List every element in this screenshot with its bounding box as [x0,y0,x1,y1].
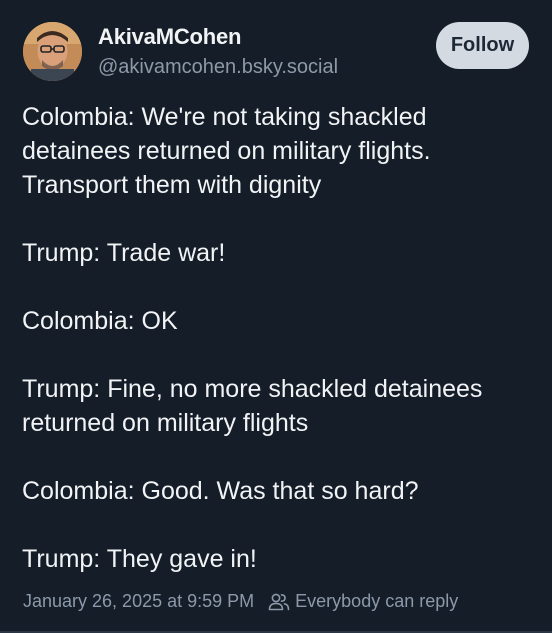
post-text: Colombia: We're not taking shackled deta… [22,100,537,576]
post-paragraph: Trump: They gave in! [22,545,257,573]
author-display-name[interactable]: AkivaMCohen [98,24,241,50]
post-timestamp[interactable]: January 26, 2025 at 9:59 PM [23,591,254,612]
post-card: AkivaMCohen @akivamcohen.bsky.social Fol… [0,0,552,633]
post-paragraph: Trump: Fine, no more shackled detainees … [22,375,483,437]
post-paragraph: Colombia: We're not taking shackled deta… [22,103,431,199]
author-handle[interactable]: @akivamcohen.bsky.social [98,56,338,79]
avatar[interactable] [23,22,82,81]
post-paragraph: Colombia: Good. Was that so hard? [22,477,419,505]
follow-button[interactable]: Follow [436,22,529,69]
post-meta: January 26, 2025 at 9:59 PM Everybody ca… [23,591,458,612]
reply-setting[interactable]: Everybody can reply [295,591,458,612]
post-paragraph: Trump: Trade war! [22,239,226,267]
avatar-photo [23,22,82,81]
post-paragraph: Colombia: OK [22,307,178,335]
people-icon [268,593,290,610]
